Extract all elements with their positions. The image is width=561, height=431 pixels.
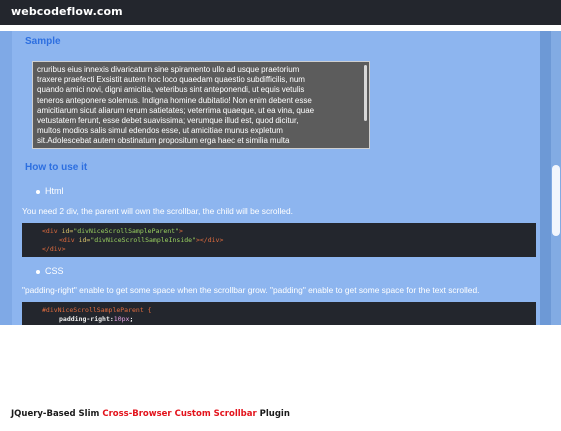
demo-page: Sample cruribus eius innexis divaricatur…	[0, 31, 561, 325]
sample-line: sit.Adolescebat autem obstinatum proposi…	[37, 136, 290, 146]
html-bullet-label: Html	[45, 186, 64, 196]
html-code-block: <div id="divNiceScrollSampleParent"> <di…	[22, 223, 536, 257]
sample-text: cruribus eius innexis divaricaturn sine …	[37, 65, 360, 147]
sample-line: multos modios salis simul edendos esse, …	[37, 126, 283, 136]
code-line: <div id="divNiceScrollSampleInside"></di…	[59, 236, 224, 244]
sample-line: teneros anteponere solemus. Indigna homi…	[37, 95, 312, 105]
sample-line: traxere praefecti Exsistit autem hoc loc…	[37, 75, 305, 85]
how-to-heading: How to use it	[25, 162, 88, 173]
css-code-block: #divNiceScrollSampleParent { padding-rig…	[22, 302, 536, 325]
page-scrollbar-thumb[interactable]	[552, 165, 560, 236]
bullet-dot	[36, 270, 40, 274]
bullet-dot	[36, 190, 40, 194]
sample-line: cruribus eius innexis divaricaturn sine …	[37, 65, 300, 74]
html-description: You need 2 div, the parent will own the …	[22, 206, 293, 216]
site-header-bar: webcodeflow.com	[0, 0, 561, 25]
css-bullet-label: CSS	[45, 266, 64, 276]
code-line: #divNiceScrollSampleParent {	[42, 306, 152, 314]
code-line: <div id="divNiceScrollSampleParent">	[42, 227, 183, 235]
site-brand-logo[interactable]: webcodeflow.com	[11, 5, 123, 18]
sample-heading: Sample	[25, 36, 61, 47]
plugin-caption: JQuery-Based Slim Cross-Browser Custom S…	[11, 409, 290, 419]
code-line: padding-right:10px;	[59, 315, 134, 323]
code-line: </div>	[42, 245, 66, 253]
css-description: "padding-right" enable to get some space…	[22, 285, 480, 295]
sample-scrollbar-thumb[interactable]	[364, 65, 367, 121]
sample-line: quando amici novi, digni amicitia, veter…	[37, 85, 305, 95]
sample-line: vetustatem ferunt, esse debet suavissima…	[37, 116, 299, 126]
scroll-sample-box[interactable]: cruribus eius innexis divaricaturn sine …	[32, 61, 370, 149]
sample-line: amicitiarum sicut aliarum rerum satietat…	[37, 105, 315, 115]
